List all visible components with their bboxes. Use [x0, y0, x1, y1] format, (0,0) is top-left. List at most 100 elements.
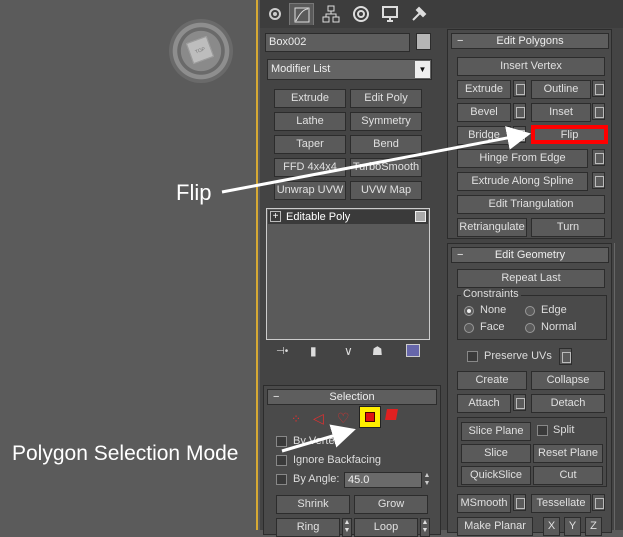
attach-list-icon[interactable]	[513, 394, 526, 411]
display-tab-icon[interactable]	[377, 3, 402, 25]
create-tab-icon[interactable]	[262, 3, 287, 25]
loop-spinner-icon[interactable]: ▲ ▼	[420, 518, 430, 537]
ignore-backfacing-checkbox[interactable]	[276, 455, 287, 466]
modifier-button-symmetry[interactable]: Symmetry	[350, 112, 422, 131]
slice-button[interactable]: Slice	[461, 444, 531, 463]
stack-item-label: Editable Poly	[286, 211, 351, 223]
bridge-settings-icon[interactable]	[513, 126, 526, 143]
modify-tab-icon[interactable]	[289, 3, 314, 25]
quickslice-button[interactable]: QuickSlice	[461, 466, 531, 485]
make-planar-z-button[interactable]: Z	[585, 517, 602, 536]
modifier-button-taper[interactable]: Taper	[274, 135, 346, 154]
stack-item-visibility-icon[interactable]	[415, 211, 426, 222]
cut-button[interactable]: Cut	[533, 466, 603, 485]
object-name-field[interactable]: Box002	[265, 33, 410, 52]
bevel-button[interactable]: Bevel	[457, 103, 511, 122]
insert-vertex-button[interactable]: Insert Vertex	[457, 57, 605, 76]
detach-button[interactable]: Detach	[531, 394, 605, 413]
make-unique-icon[interactable]: ∨	[344, 344, 353, 358]
panel-scrollbar[interactable]	[614, 243, 622, 530]
modifier-list-label: Modifier List	[271, 63, 331, 75]
grow-button[interactable]: Grow	[354, 495, 428, 514]
edit-polygons-header[interactable]: − Edit Polygons	[451, 33, 609, 49]
spinner-arrows-icon[interactable]: ▲ ▼	[422, 472, 432, 488]
inset-settings-icon[interactable]	[592, 103, 605, 120]
bridge-button[interactable]: Bridge	[457, 126, 511, 145]
constraint-edge-radio[interactable]	[525, 306, 535, 316]
border-mode-icon[interactable]: ♡	[337, 410, 350, 427]
hinge-settings-icon[interactable]	[592, 149, 605, 166]
msmooth-settings-icon[interactable]	[513, 494, 526, 511]
by-angle-checkbox[interactable]	[276, 474, 287, 485]
inset-button[interactable]: Inset	[531, 103, 591, 122]
tessellate-button[interactable]: Tessellate	[531, 494, 591, 513]
polygon-mode-icon[interactable]	[359, 406, 381, 428]
pin-stack-icon[interactable]: ⊣•	[276, 346, 288, 357]
preserve-uvs-checkbox[interactable]	[467, 351, 478, 362]
by-vertex-label: By Vertex	[293, 435, 341, 447]
reset-plane-button[interactable]: Reset Plane	[533, 444, 603, 463]
ring-spinner-icon[interactable]: ▲ ▼	[342, 518, 352, 537]
outline-button[interactable]: Outline	[531, 80, 591, 99]
modifier-list-dropdown[interactable]: Modifier List ▼	[267, 59, 432, 80]
make-planar-x-button[interactable]: X	[543, 517, 560, 536]
tessellate-settings-icon[interactable]	[592, 494, 605, 511]
repeat-last-button[interactable]: Repeat Last	[457, 269, 605, 288]
utilities-tab-icon[interactable]	[406, 3, 431, 25]
attach-button[interactable]: Attach	[457, 394, 511, 413]
selection-rollout-header[interactable]: − Selection	[267, 389, 437, 405]
modifier-stack[interactable]: + Editable Poly	[266, 208, 430, 340]
constraint-none-radio[interactable]	[464, 306, 474, 316]
make-planar-button[interactable]: Make Planar	[457, 517, 533, 536]
turn-button[interactable]: Turn	[531, 218, 605, 237]
remove-modifier-icon[interactable]: ☗	[372, 344, 383, 358]
slice-plane-button[interactable]: Slice Plane	[461, 422, 531, 441]
constraint-face-label: Face	[480, 321, 505, 333]
expand-plus-icon[interactable]: +	[270, 211, 281, 222]
element-mode-icon[interactable]	[385, 409, 398, 420]
hinge-from-edge-button[interactable]: Hinge From Edge	[457, 149, 588, 168]
bevel-settings-icon[interactable]	[513, 103, 526, 120]
msmooth-button[interactable]: MSmooth	[457, 494, 511, 513]
modifier-button-ffd[interactable]: FFD 4x4x4	[274, 158, 346, 177]
command-panel: Box002 Modifier List ▼ Extrude Edit Poly…	[260, 0, 623, 537]
by-angle-spinner[interactable]: 45.0	[344, 472, 422, 488]
object-color-swatch[interactable]	[416, 33, 431, 50]
modifier-button-extrude[interactable]: Extrude	[274, 89, 346, 108]
show-end-result-icon[interactable]: ▮	[310, 344, 317, 358]
extrude-along-spline-button[interactable]: Extrude Along Spline	[457, 172, 588, 191]
modifier-button-edit-poly[interactable]: Edit Poly	[350, 89, 422, 108]
motion-tab-icon[interactable]	[348, 3, 373, 25]
command-panel-tabs	[260, 0, 623, 28]
configure-modifier-sets-icon[interactable]	[406, 344, 420, 357]
preserve-uvs-settings-icon[interactable]	[559, 348, 572, 365]
edit-geometry-header[interactable]: − Edit Geometry	[451, 247, 609, 263]
make-planar-y-button[interactable]: Y	[564, 517, 581, 536]
ring-button[interactable]: Ring	[276, 518, 340, 537]
shrink-button[interactable]: Shrink	[276, 495, 350, 514]
edge-mode-icon[interactable]: ◁	[313, 410, 324, 427]
flip-button[interactable]: Flip	[531, 125, 608, 144]
stack-item-editable-poly[interactable]: + Editable Poly	[268, 210, 428, 224]
edit-triangulation-button[interactable]: Edit Triangulation	[457, 195, 605, 214]
modifier-button-lathe[interactable]: Lathe	[274, 112, 346, 131]
extrude-along-spline-settings-icon[interactable]	[592, 172, 605, 189]
constraint-face-radio[interactable]	[464, 323, 474, 333]
constraint-normal-radio[interactable]	[525, 323, 535, 333]
by-vertex-checkbox[interactable]	[276, 436, 287, 447]
modifier-button-uvw-map[interactable]: UVW Map	[350, 181, 422, 200]
collapse-button[interactable]: Collapse	[531, 371, 605, 390]
extrude-button[interactable]: Extrude	[457, 80, 511, 99]
modifier-button-unwrap-uvw[interactable]: Unwrap UVW	[274, 181, 346, 200]
hierarchy-tab-icon[interactable]	[318, 3, 343, 25]
create-button[interactable]: Create	[457, 371, 527, 390]
retriangulate-button[interactable]: Retriangulate	[457, 218, 527, 237]
outline-settings-icon[interactable]	[592, 80, 605, 97]
extrude-settings-icon[interactable]	[513, 80, 526, 97]
loop-button[interactable]: Loop	[354, 518, 418, 537]
split-checkbox[interactable]	[537, 425, 548, 436]
vertex-mode-icon[interactable]: ⁘	[291, 412, 301, 426]
viewcube-icon[interactable]: TOP	[169, 19, 233, 83]
modifier-button-bend[interactable]: Bend	[350, 135, 422, 154]
modifier-button-turbosmooth[interactable]: TurboSmooth	[350, 158, 422, 177]
